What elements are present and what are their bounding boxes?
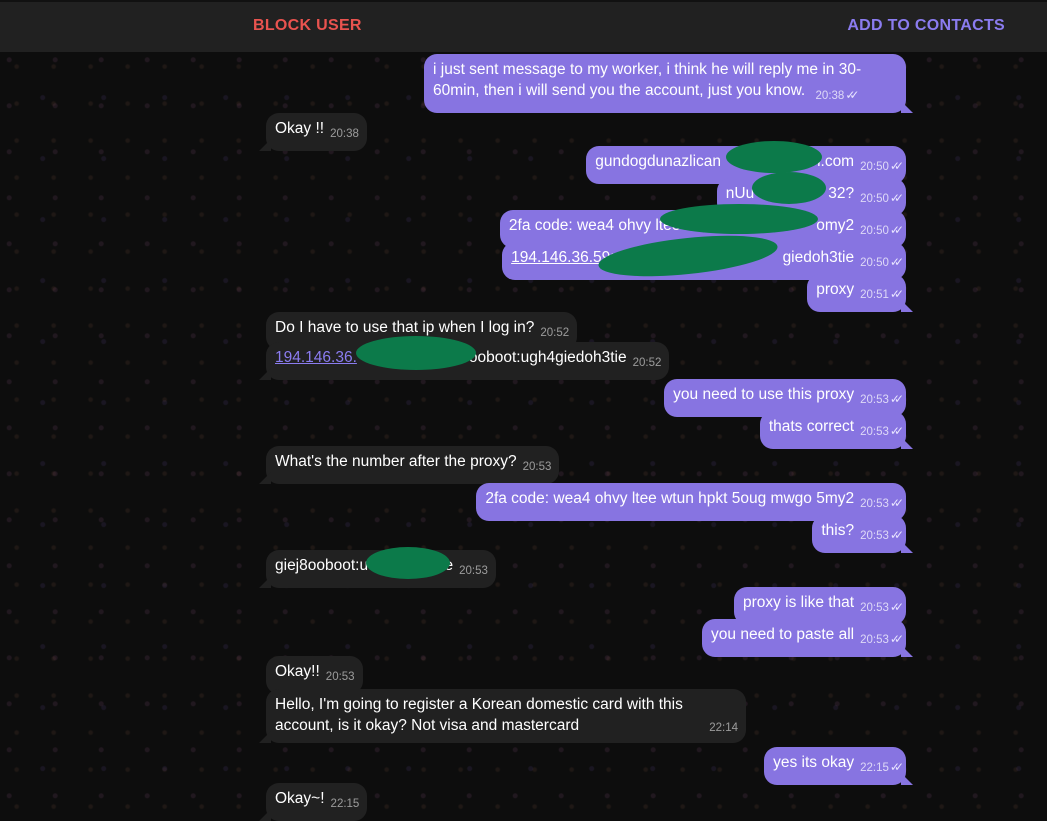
double-check-icon: ✓✓ <box>889 632 904 646</box>
message-time: 20:53 <box>860 602 889 614</box>
message-outgoing[interactable]: proxy 20:51✓✓ <box>807 274 906 312</box>
redaction-mark <box>356 336 476 370</box>
message-text-end: giedoh3tie <box>782 249 855 266</box>
double-check-icon: ✓✓ <box>889 760 904 774</box>
message-time: 20:53 <box>860 634 889 646</box>
redaction-mark <box>726 141 822 173</box>
message-time: 20:52 <box>632 357 662 369</box>
message-time: 20:53 <box>860 530 889 542</box>
message-text: nUu <box>725 185 755 202</box>
message-text: i just sent message to my worker, i thin… <box>433 61 862 99</box>
message-text: 2fa code: wea4 ohvy ltee wtun hpkt 5oug … <box>485 490 855 507</box>
message-text: giej8ooboot:u <box>275 557 369 574</box>
message-text-end: l.com <box>817 153 855 170</box>
double-check-icon: ✓✓ <box>889 159 904 173</box>
message-time: 20:53 <box>860 498 889 510</box>
message-time: 20:52 <box>540 327 570 339</box>
double-check-icon: ✓✓ <box>889 600 904 614</box>
message-time: 20:50 <box>860 161 889 173</box>
message-text: you need to use this proxy <box>673 386 855 403</box>
message-text: Do I have to use that ip when I log in? <box>275 319 535 336</box>
double-check-icon: ✓✓ <box>889 496 904 510</box>
message-time: 20:50 <box>860 225 889 237</box>
block-user-button[interactable]: BLOCK USER <box>253 17 362 35</box>
message-text: yes its okay <box>773 754 855 771</box>
message-text: Okay!! <box>275 663 320 680</box>
message-text: thats correct <box>768 418 855 435</box>
double-check-icon: ✓✓ <box>889 392 904 406</box>
message-outgoing[interactable]: i just sent message to my worker, i thin… <box>424 54 906 113</box>
redaction-mark <box>752 172 826 204</box>
message-incoming[interactable]: Hello, I'm going to register a Korean do… <box>266 689 746 743</box>
message-text: this? <box>821 522 855 539</box>
message-time: 22:15 <box>330 798 360 810</box>
message-text: proxy is like that <box>742 594 855 611</box>
double-check-icon: ✓✓ <box>889 287 904 301</box>
double-check-icon: ✓✓ <box>889 255 904 269</box>
message-text: gundogdunazlican <box>595 153 722 170</box>
message-time: 22:14 <box>709 722 738 734</box>
message-time: 20:53 <box>860 394 889 406</box>
double-check-icon: ✓✓ <box>889 528 904 542</box>
message-text-end: 32? <box>828 185 855 202</box>
double-check-icon: ✓✓ <box>889 191 904 205</box>
message-incoming[interactable]: Okay~! 22:15 <box>266 783 368 821</box>
double-check-icon: ✓✓ <box>889 424 904 438</box>
proxy-link[interactable]: 194.146.36. <box>275 349 357 366</box>
message-time: 20:50 <box>860 257 889 269</box>
message-time: 20:50 <box>860 193 889 205</box>
message-time: 20:51 <box>860 289 889 301</box>
message-outgoing[interactable]: thats correct 20:53✓✓ <box>759 411 906 449</box>
add-to-contacts-button[interactable]: ADD TO CONTACTS <box>847 17 1005 35</box>
message-outgoing[interactable]: you need to paste all 20:53✓✓ <box>702 619 906 657</box>
message-incoming[interactable]: What's the number after the proxy? 20:53 <box>266 446 560 484</box>
redaction-mark <box>660 204 818 234</box>
message-outgoing[interactable]: yes its okay 22:15✓✓ <box>764 747 906 785</box>
message-text: Okay~! <box>275 790 325 807</box>
message-time: 22:15 <box>860 762 889 774</box>
message-text: Hello, I'm going to register a Korean do… <box>275 696 683 734</box>
message-text-end: omy2 <box>816 217 855 234</box>
message-time: 20:53 <box>459 565 488 577</box>
message-text: you need to paste all <box>711 626 855 643</box>
message-text: Okay !! <box>275 120 325 137</box>
double-check-icon: ✓✓ <box>845 88 859 102</box>
message-text: What's the number after the proxy? <box>275 453 517 470</box>
chat-top-bar: BLOCK USER ADD TO CONTACTS <box>0 0 1047 52</box>
message-time: 20:38 <box>330 128 359 140</box>
message-time: 20:53 <box>325 671 355 683</box>
message-time: 20:53 <box>522 461 552 473</box>
message-text: proxy <box>816 281 855 298</box>
message-text-end: ooboot:ugh4giedoh3tie <box>468 349 627 366</box>
message-time: 20:38 <box>815 90 845 102</box>
message-time: 20:53 <box>860 426 889 438</box>
message-outgoing[interactable]: this? 20:53✓✓ <box>812 515 906 553</box>
message-incoming[interactable]: Okay !! 20:38 <box>266 113 367 151</box>
double-check-icon: ✓✓ <box>889 223 904 237</box>
redaction-mark <box>366 547 450 579</box>
